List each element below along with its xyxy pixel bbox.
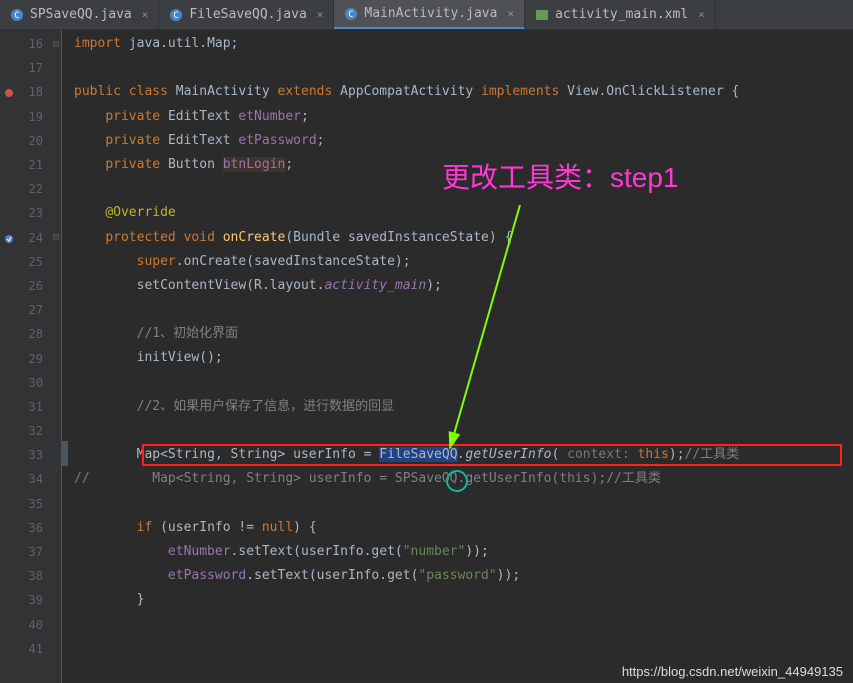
line-number: 19 [29,110,61,124]
line-number: 36 [29,521,61,535]
code-area[interactable]: import java.util.Map; public class MainA… [62,30,853,683]
code-line: import java.util.Map; [62,32,853,56]
code-line: //2、如果用户保存了信息，进行数据的回显 [62,395,853,419]
code-line [62,371,853,395]
class-mark-icon [4,87,14,97]
gutter: 16⊟ 17 18 19 20 21 22 23 24⊟ 25 26 27 28… [0,30,62,683]
line-number: 41 [29,642,61,656]
line-number: 27 [29,303,61,317]
editor-area: 16⊟ 17 18 19 20 21 22 23 24⊟ 25 26 27 28… [0,30,853,683]
code-line: private EditText etNumber; [62,105,853,129]
line-number: 31 [29,400,61,414]
line-number: 26 [29,279,61,293]
tab-filesaveqq[interactable]: C FileSaveQQ.java × [159,0,334,29]
line-number: 40 [29,618,61,632]
code-line: initView(); [62,346,853,370]
close-icon[interactable]: × [142,8,149,21]
tab-label: activity_main.xml [555,7,688,22]
line-number: 33 [29,448,61,462]
code-line [62,613,853,637]
svg-text:C: C [174,11,179,21]
code-line: etNumber.setText(userInfo.get("number"))… [62,540,853,564]
code-line: public class MainActivity extends AppCom… [62,80,853,104]
line-number: 28 [29,327,61,341]
line-number: 20 [29,134,61,148]
line-number: 38 [29,569,61,583]
tab-label: FileSaveQQ.java [189,7,306,22]
close-icon[interactable]: × [698,8,705,21]
editor-tabs: C SPSaveQQ.java × C FileSaveQQ.java × C … [0,0,853,30]
tab-mainactivity[interactable]: C MainActivity.java × [334,0,525,29]
close-icon[interactable]: × [317,8,324,21]
code-line: super.onCreate(savedInstanceState); [62,250,853,274]
code-line: } [62,588,853,612]
line-number: 21 [29,158,61,172]
svg-text:C: C [349,10,354,20]
code-line [62,56,853,80]
line-number: 30 [29,376,61,390]
annotation-text: 更改工具类：step1 [442,156,679,196]
fold-icon[interactable]: ⊟ [53,232,59,243]
code-line [62,298,853,322]
code-line [62,419,853,443]
xml-icon [535,8,549,22]
circle-mark [446,470,468,492]
code-line: if (userInfo != null) { [62,516,853,540]
code-line: //1、初始化界面 [62,322,853,346]
code-line: @Override [62,201,853,225]
java-icon: C [10,8,24,22]
java-icon: C [344,7,358,21]
line-number: 23 [29,206,61,220]
code-line: setContentView(R.layout.activity_main); [62,274,853,298]
svg-text:C: C [14,11,19,21]
code-line: private EditText etPassword; [62,129,853,153]
tab-label: SPSaveQQ.java [30,7,132,22]
tab-spsaveqq[interactable]: C SPSaveQQ.java × [0,0,159,29]
line-number: 18 [29,85,61,99]
line-number: 35 [29,497,61,511]
java-icon: C [169,8,183,22]
code-line: etPassword.setText(userInfo.get("passwor… [62,564,853,588]
tab-activitymain[interactable]: activity_main.xml × [525,0,716,29]
code-line [62,492,853,516]
code-line [62,637,853,661]
tab-label: MainActivity.java [364,6,497,21]
override-mark-icon[interactable] [4,233,14,243]
line-number: 32 [29,424,61,438]
fold-icon[interactable]: ⊟ [53,39,59,50]
line-number: 25 [29,255,61,269]
line-number: 22 [29,182,61,196]
close-icon[interactable]: × [507,7,514,20]
line-number: 29 [29,352,61,366]
watermark: https://blog.csdn.net/weixin_44949135 [622,664,843,679]
line-number: 39 [29,593,61,607]
line-number: 37 [29,545,61,559]
highlight-box [142,444,842,466]
code-line: protected void onCreate(Bundle savedInst… [62,226,853,250]
line-number: 17 [29,61,61,75]
line-number: 34 [29,472,61,486]
